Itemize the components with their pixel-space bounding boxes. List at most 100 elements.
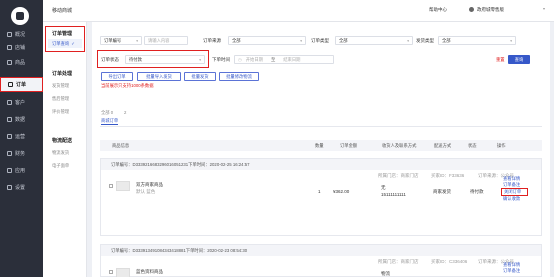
order-status-select[interactable]: 待付款 ▾ (125, 55, 205, 64)
button-label: 导出订单 (108, 73, 126, 79)
order-source-select[interactable]: 全部 ▾ (228, 36, 306, 45)
tab-all[interactable]: 全部 0 (101, 110, 113, 116)
group-order-manage: 订单管理 (52, 31, 73, 37)
input-placeholder: 请输入内容 (148, 37, 170, 43)
sidebar-item-logistics-ship[interactable]: 物流发货 (52, 150, 69, 156)
date-range-input[interactable]: ◷ 开始日期 至 结束日期 (234, 55, 334, 64)
tab-count: 0 (110, 110, 114, 115)
order-note-link[interactable]: 订单备注 (503, 268, 520, 274)
order-buyer-id: 买家ID：C336406 (431, 259, 468, 264)
reset-button[interactable]: 重置 (496, 57, 505, 63)
sidebar-item-operation[interactable]: 运营 (0, 130, 43, 143)
batch-ship-button[interactable]: 批量发货 (184, 72, 216, 81)
finance-icon (7, 151, 12, 156)
sidebar-item-data[interactable]: 数据 (0, 113, 43, 126)
order-ops: 查看详情 订单备注 (503, 262, 520, 274)
col-product: 商品信息 (112, 143, 130, 148)
operation-icon (7, 134, 12, 139)
col-qty: 数量 (315, 143, 324, 148)
order-status-label: 订单状态 (101, 57, 119, 62)
tab-label: 全部 (101, 110, 110, 115)
sidebar-item-goods[interactable]: 商品 (0, 56, 43, 69)
order-shop: 所属门店：商家门店 (378, 173, 419, 178)
row-checkbox[interactable] (109, 270, 113, 274)
sidebar-item-e-waybill[interactable]: 电子面单 (52, 163, 69, 169)
order-header: 订单编号：D333913491084343418881下单时间：2020-02-… (101, 245, 541, 256)
button-label: 批量修改物流 (226, 73, 252, 79)
product-thumbnail (116, 181, 130, 191)
chevron-down-icon: ▾ (199, 57, 201, 62)
order-shop: 所属门店：商家门店 (378, 259, 419, 264)
sidebar-item-label: 设置 (15, 185, 26, 191)
sidebar-item-label: 店铺 (15, 45, 26, 51)
order-icon (8, 82, 13, 87)
tab-label: 商城订单 (101, 118, 119, 123)
sidebar-item-settings[interactable]: 设置 (0, 181, 43, 194)
batch-change-logistics-button[interactable]: 批量修改物流 (219, 72, 259, 81)
confirm-payment-link[interactable]: 确认收款 (503, 196, 528, 202)
sidebar-item-aftersale[interactable]: 售后管理 (52, 96, 69, 102)
avatar[interactable] (469, 7, 474, 12)
end-date-placeholder: 结束日期 (283, 56, 301, 62)
close-order-link[interactable]: 关闭订单 (501, 188, 528, 196)
chevron-down-icon: ▾ (300, 38, 302, 43)
tab-mall-orders[interactable]: 商城订单 (101, 118, 119, 125)
chart-icon (7, 117, 12, 122)
batch-import-ship-button[interactable]: 批量导入发货 (137, 72, 181, 81)
main-panel: 订单编号 ▾ 请输入内容 订单来源 全部 ▾ 订单类型 全部 ▾ 发货类型 全部 ▾ 订… (92, 22, 550, 277)
store-icon (7, 45, 12, 50)
order-type-label: 订单类型 (311, 38, 329, 43)
order-ops: 查看详情 订单备注 关闭订单 确认收款 (501, 176, 528, 202)
help-link[interactable]: 帮助中心 (429, 7, 447, 13)
button-label: 批量导入发货 (146, 73, 172, 79)
sidebar-item-overview[interactable]: 概况 (0, 28, 43, 41)
calendar-icon: ◷ (238, 56, 242, 62)
check-icon: ✓ (71, 40, 75, 46)
sidebar-item-label: 运营 (15, 134, 26, 140)
order-type-select[interactable]: 全部 ▾ (335, 36, 413, 45)
chevron-down-icon[interactable]: ▾ (543, 6, 545, 11)
order-qty: 1 (318, 189, 321, 194)
main-sidebar: 概况 店铺 商品 订单 客户 数据 运营 财务 应用 设置 (0, 0, 43, 277)
export-orders-button[interactable]: 导出订单 (101, 72, 133, 81)
select-value: 待付款 (129, 56, 142, 62)
tab-count: 2 (124, 110, 127, 115)
sidebar-item-label: 订单查询 (52, 40, 70, 46)
sidebar-item-label: 财务 (15, 151, 26, 157)
sidebar-item-apps[interactable]: 应用 (0, 164, 43, 177)
row-checkbox[interactable] (109, 184, 113, 188)
receiver-name: 物流 (381, 271, 390, 276)
group-logistics: 物流配送 (52, 138, 73, 144)
sidebar-item-finance[interactable]: 财务 (0, 147, 43, 160)
user-icon (7, 100, 12, 105)
order-no-type-select[interactable]: 订单编号 ▾ (100, 36, 142, 45)
sidebar-item-store[interactable]: 店铺 (0, 41, 43, 54)
sidebar-item-order-query[interactable]: 订单查询 ✓ (48, 39, 82, 48)
sidebar-item-review[interactable]: 评价管理 (52, 109, 69, 115)
product-name[interactable]: 双方商家商品 (136, 182, 163, 188)
product-name[interactable]: 蓝色资料商品 (136, 269, 163, 275)
sidebar-item-orders[interactable]: 订单 (0, 77, 43, 92)
order-no-input[interactable]: 请输入内容 (144, 36, 188, 45)
order-header: 订单编号：D3339216683296016051231下单时间：2020-02… (101, 159, 541, 170)
search-button[interactable]: 查询 (508, 55, 530, 64)
goods-icon (7, 60, 12, 65)
chevron-down-icon: ▾ (510, 38, 512, 43)
col-amount: 订单金额 (340, 143, 358, 148)
order-time-label: 下单时间 (212, 57, 230, 62)
select-value: 全部 (232, 37, 241, 43)
account-menu[interactable]: 政府城零售版 (477, 7, 504, 13)
sidebar-item-ship[interactable]: 发货管理 (52, 83, 69, 89)
receiver-name: 无 (381, 185, 386, 190)
sidebar-item-label: 应用 (15, 168, 26, 174)
top-bar: 移动商城 帮助中心 政府城零售版 ▾ (43, 0, 554, 22)
sidebar-item-customers[interactable]: 客户 (0, 96, 43, 109)
app-logo (11, 7, 29, 25)
secondary-sidebar: 订单管理 订单查询 ✓ 订单处理 发货管理 售后管理 评价管理 物流配送 物流发货… (43, 22, 87, 277)
chevron-down-icon: ▾ (136, 38, 138, 43)
date-range-separator: 至 (270, 56, 276, 62)
ship-type-label: 发货类型 (416, 38, 434, 43)
sidebar-item-label: 数据 (15, 117, 26, 123)
col-status: 状态 (468, 143, 477, 148)
ship-type-select[interactable]: 全部 ▾ (438, 36, 516, 45)
